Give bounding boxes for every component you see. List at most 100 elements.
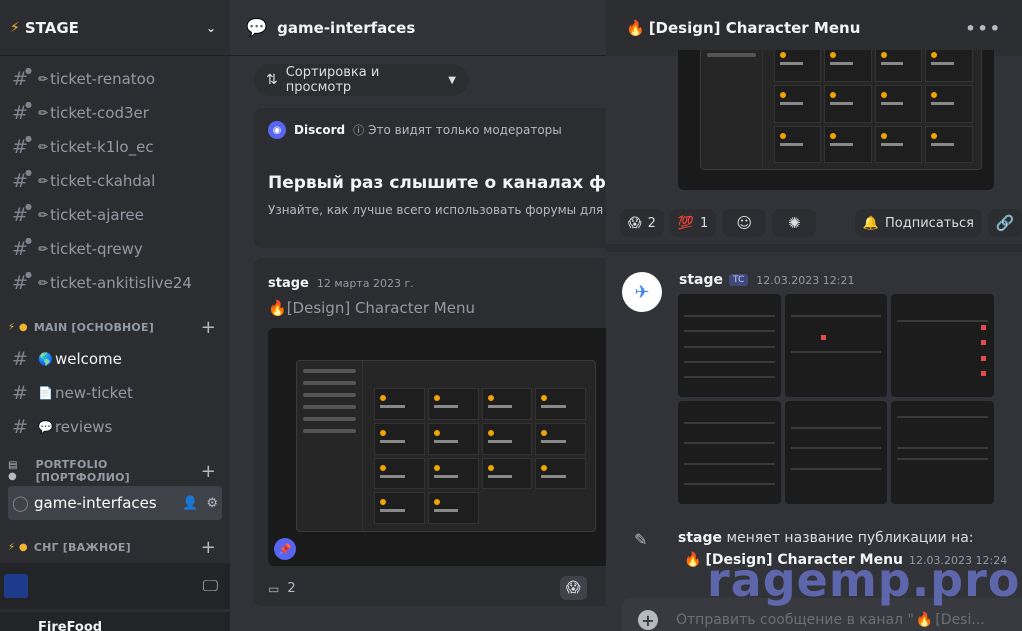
channel-label: ticket-ajaree	[50, 206, 144, 224]
channel-ticket-renatoo[interactable]: # ● ✏ ticket-renatoo	[8, 62, 222, 96]
channel-ticket-ckahdal[interactable]: # ● ✏ ticket-ckahdal	[8, 164, 222, 198]
add-channel-icon[interactable]: +	[201, 537, 216, 558]
thread-header: 🔥 [Design] Character Menu •••	[606, 0, 1022, 56]
channel-ticket-qrewy[interactable]: # ● ✏ ticket-qrewy	[8, 232, 222, 266]
subscribe-button[interactable]: 🔔 Подписаться	[854, 209, 982, 237]
channel-label: ticket-k1lo_ec	[50, 138, 154, 156]
discord-app: ⚡ STAGE ⌄ # ● ✏ ticket-renatoo # ● ✏ ticket-co…	[0, 0, 1022, 631]
post-reaction[interactable]: 😱	[560, 576, 587, 600]
scream-emoji-icon: 😱	[566, 580, 581, 596]
page-icon: ▤ ●	[8, 460, 18, 482]
channel-game-interfaces[interactable]: ◯ game-interfaces 👤 ⚙	[8, 486, 222, 520]
post-title[interactable]: 🔥[Design] Character Menu	[268, 299, 606, 317]
forum-title: game-interfaces	[277, 18, 416, 37]
notice-source: Discord	[294, 123, 346, 137]
server-header[interactable]: ⚡ STAGE ⌄	[0, 0, 230, 56]
channel-sidebar: ⚡ STAGE ⌄ # ● ✏ ticket-renatoo # ● ✏ ticket-co…	[0, 0, 230, 631]
divider	[606, 244, 1022, 252]
channel-ticket-ajaree[interactable]: # ● ✏ ticket-ajaree	[8, 198, 222, 232]
invite-icon[interactable]: 👤	[182, 496, 198, 511]
character-menu-preview	[700, 50, 982, 170]
super-reaction-icon: ✺	[788, 214, 801, 232]
reaction-scream[interactable]: 😱 2	[620, 209, 664, 237]
message-author[interactable]: stage	[679, 272, 723, 288]
channel-label: ticket-ankitislive24	[50, 274, 192, 292]
post-comments[interactable]: ▭ 2	[268, 581, 296, 596]
comment-icon: ▭	[268, 581, 280, 596]
message-composer[interactable]: + Отправить сообщение в канал " 🔥 [Desi.…	[622, 598, 1022, 631]
moderator-note: Это видят только модераторы	[368, 123, 562, 137]
category-main[interactable]: ⚡ ● MAIN [ОСНОВНОЕ] +	[0, 312, 230, 342]
category-label: СНГ [ВАЖНОЕ]	[33, 540, 131, 554]
channel-welcome[interactable]: # 🌎 welcome	[8, 342, 222, 376]
pencil-icon: ✎	[634, 530, 648, 549]
system-text: stage меняет название публикации на:	[678, 530, 974, 546]
channel-ticket-ankitislive24[interactable]: # ● ✏ ticket-ankitislive24	[8, 266, 222, 300]
forum-intro-notice: ◉ Discord ⓘ Это видят только модераторы …	[254, 108, 606, 248]
screen-share-icon[interactable]: 🖵	[203, 576, 218, 596]
pencil-emoji-icon: ✏	[38, 276, 49, 290]
gear-icon[interactable]: ⚙	[206, 496, 218, 511]
pencil-emoji-icon: ✏	[38, 208, 49, 222]
forum-icon: 💬	[246, 17, 268, 38]
attachment-image[interactable]	[678, 50, 994, 190]
channel-ticket-cod3er[interactable]: # ● ✏ ticket-cod3er	[8, 96, 222, 130]
system-author[interactable]: stage	[678, 530, 722, 546]
forum-column: 💬 game-interfaces ⇅ Сортировка и просмот…	[230, 0, 606, 631]
gallery-image[interactable]	[891, 401, 994, 504]
reaction-count: 2	[647, 215, 656, 231]
sort-arrows-icon: ⇅	[266, 72, 278, 88]
flame-icon: ⚡	[10, 19, 20, 36]
composer-placeholder: Отправить сообщение в канал "	[676, 612, 914, 628]
discord-logo-icon: ◉	[268, 121, 286, 139]
gallery-image[interactable]	[678, 294, 781, 397]
globe-emoji-icon: 🌎	[38, 352, 53, 366]
channel-reviews[interactable]: # 💬 reviews	[8, 410, 222, 444]
more-options-icon[interactable]: •••	[965, 19, 1002, 38]
avatar[interactable]: ✈	[622, 272, 662, 312]
thread-panel: 🔥 [Design] Character Menu ••• 😱 2 💯 1 ☺ ✺ …	[606, 0, 1022, 631]
copy-link-button[interactable]: 🔗	[988, 209, 1022, 237]
add-reaction-button[interactable]: ☺	[722, 209, 767, 237]
reaction-hundred[interactable]: 💯 1	[669, 209, 717, 237]
user-panel[interactable]: FireFood	[0, 612, 230, 631]
channel-ticket-k1lo-ec[interactable]: # ● ✏ ticket-k1lo_ec	[8, 130, 222, 164]
composer-placeholder-tail: [Desi...	[935, 612, 985, 628]
gallery-image[interactable]	[891, 294, 994, 397]
fire-emoji-icon: 🔥	[268, 299, 287, 317]
channel-new-ticket[interactable]: # 📄 new-ticket	[8, 376, 222, 410]
flame-icon: ⚡ ●	[8, 541, 28, 553]
pencil-emoji-icon: ✏	[38, 72, 49, 86]
comment-count: 2	[287, 581, 296, 596]
post-thumbnail[interactable]: 📌	[268, 328, 606, 566]
forum-post-card[interactable]: stage 12 марта 2023 г. 🔥[Design] Charact…	[254, 258, 606, 606]
fire-emoji-icon: 🔥	[626, 19, 645, 37]
pencil-emoji-icon: ✏	[38, 174, 49, 188]
add-channel-icon[interactable]: +	[201, 461, 216, 482]
category-sng[interactable]: ⚡ ● СНГ [ВАЖНОЕ] +	[0, 532, 230, 562]
sort-view-button[interactable]: ⇅ Сортировка и просмотр ▼	[254, 64, 468, 96]
bell-icon: 🔔	[862, 215, 880, 231]
locked-hash-icon: # ●	[12, 270, 32, 294]
category-label: MAIN [ОСНОВНОЕ]	[33, 320, 154, 334]
post-author[interactable]: stage	[268, 276, 309, 291]
page-emoji-icon: 📄	[38, 386, 53, 400]
add-attachment-icon[interactable]: +	[638, 610, 658, 630]
category-portfolio[interactable]: ▤ ● PORTFOLIO [ПОРТФОЛИО] +	[0, 456, 230, 486]
forum-icon: ◯	[12, 494, 29, 512]
gallery-image[interactable]	[784, 294, 888, 397]
pin-icon: 📌	[274, 538, 296, 560]
pencil-emoji-icon: ✏	[38, 140, 49, 154]
add-channel-icon[interactable]: +	[201, 317, 216, 338]
role-tag[interactable]: TC	[729, 274, 749, 286]
add-super-reaction-button[interactable]: ✺	[772, 209, 817, 237]
channel-list: # ● ✏ ticket-renatoo # ● ✏ ticket-cod3er # ● ✏ ti…	[0, 56, 230, 562]
post-date: 12 марта 2023 г.	[316, 277, 414, 290]
hash-icon: #	[12, 382, 28, 404]
chevron-down-icon[interactable]: ⌄	[206, 21, 216, 35]
hash-icon: #	[12, 348, 28, 370]
gallery-image[interactable]	[784, 401, 888, 504]
locked-hash-icon: # ●	[12, 66, 32, 90]
hundred-emoji-icon: 💯	[677, 215, 695, 231]
gallery-image[interactable]	[678, 401, 781, 504]
